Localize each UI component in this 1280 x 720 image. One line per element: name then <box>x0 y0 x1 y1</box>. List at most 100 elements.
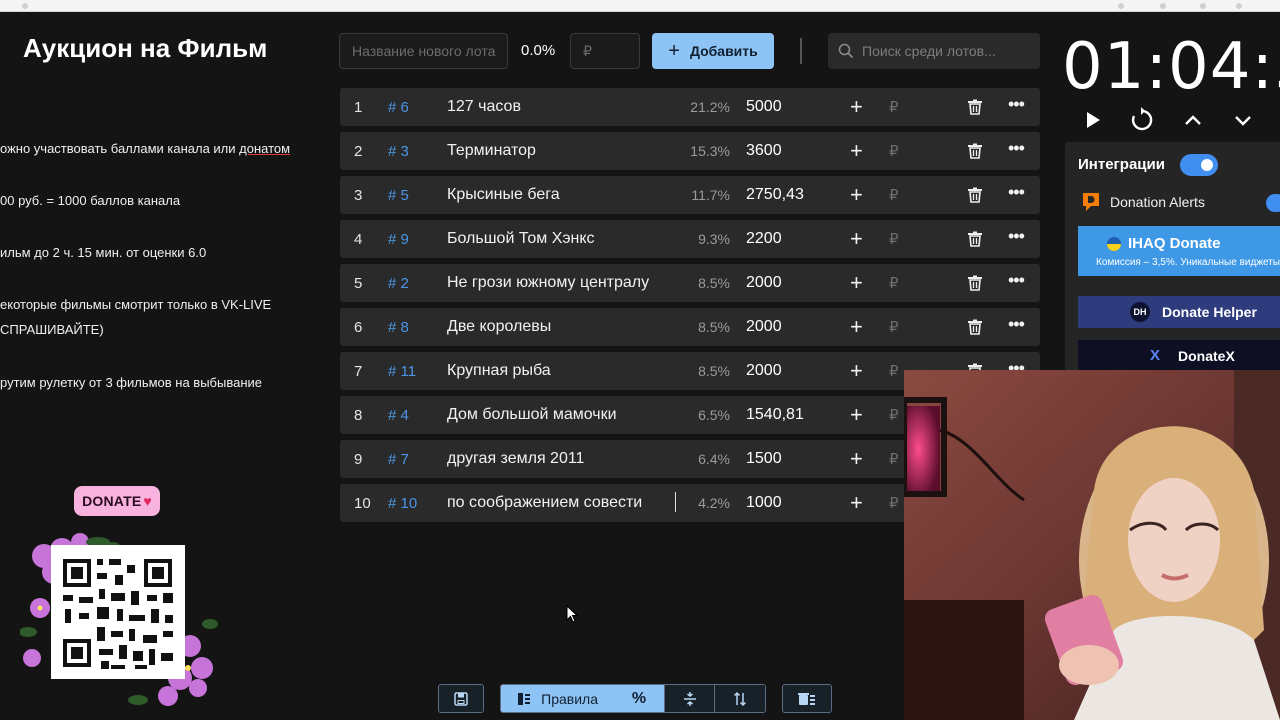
add-amount-button[interactable]: + <box>850 184 863 206</box>
new-lot-amount-input[interactable]: ₽ <box>570 33 640 69</box>
browser-dot <box>1236 3 1242 9</box>
integrations-toggle[interactable] <box>1180 154 1218 176</box>
donatex-label: DonateX <box>1178 348 1235 364</box>
split-button[interactable] <box>663 685 715 712</box>
donate-badge-label: DONATE <box>82 493 142 509</box>
save-button[interactable] <box>438 684 484 713</box>
integrations-title: Интеграции <box>1078 156 1165 173</box>
new-lot-name-input[interactable]: Название нового лота <box>339 33 508 69</box>
lot-id[interactable]: # 9 <box>388 231 409 248</box>
lot-name[interactable]: Терминатор <box>447 142 536 160</box>
add-lot-button[interactable]: + Добавить <box>652 33 774 69</box>
trash-icon[interactable] <box>967 99 983 115</box>
lot-id[interactable]: # 4 <box>388 407 409 424</box>
add-amount-button[interactable]: + <box>850 228 863 250</box>
rule-text: 00 руб. = 1000 баллов канала <box>0 193 181 208</box>
donation-alerts-item[interactable]: Donation Alerts <box>1080 190 1205 214</box>
trash-icon[interactable] <box>967 319 983 335</box>
lot-id[interactable]: # 5 <box>388 187 409 204</box>
add-amount-button[interactable]: + <box>850 404 863 426</box>
text-caret <box>675 492 676 512</box>
lot-percent: 8.5% <box>698 275 730 291</box>
trash-icon[interactable] <box>967 187 983 203</box>
search-input[interactable]: Поиск среди лотов... <box>828 33 1040 69</box>
donatex-button[interactable]: X DonateX <box>1078 340 1280 372</box>
lot-amount-input[interactable]: ₽ <box>889 186 899 204</box>
lot-amount-input[interactable]: ₽ <box>889 318 899 336</box>
chevron-up-icon[interactable] <box>1183 106 1203 134</box>
lot-amount-input[interactable]: ₽ <box>889 230 899 248</box>
donation-alerts-icon <box>1083 193 1099 211</box>
lot-index: 1 <box>354 98 363 116</box>
clear-all-button[interactable] <box>782 684 832 713</box>
rules-label: Правила <box>541 690 598 707</box>
lot-name[interactable]: другая земля 2011 <box>447 450 584 468</box>
lot-name[interactable]: Крысиные бега <box>447 186 560 204</box>
trash-icon[interactable] <box>967 143 983 159</box>
lot-id[interactable]: # 8 <box>388 319 409 336</box>
rule-line: рутим рулетку от 3 фильмов на выбывание <box>0 375 320 390</box>
rules-button[interactable]: Правила <box>501 685 615 712</box>
lot-id[interactable]: # 7 <box>388 451 409 468</box>
add-amount-button[interactable]: + <box>850 96 863 118</box>
ihaq-donate-button[interactable]: IHAQ Donate Комиссия – 3,5%. Уникальные … <box>1078 226 1280 276</box>
lot-name[interactable]: Крупная рыба <box>447 362 551 380</box>
lot-name[interactable]: по соображением совести <box>447 494 642 512</box>
lot-amount-input[interactable]: ₽ <box>889 450 899 468</box>
lot-id[interactable]: # 2 <box>388 275 409 292</box>
trash-icon[interactable] <box>967 231 983 247</box>
more-options-icon[interactable]: ••• <box>1008 270 1025 291</box>
add-amount-button[interactable]: + <box>850 492 863 514</box>
lot-id[interactable]: # 10 <box>388 495 417 512</box>
donate-badge[interactable]: DONATE ♥ <box>74 486 160 516</box>
more-options-icon[interactable]: ••• <box>1008 138 1025 159</box>
donation-alerts-toggle[interactable] <box>1266 194 1280 212</box>
lot-amount: 2750,43 <box>746 186 804 203</box>
split-icon <box>683 691 696 706</box>
lot-index: 8 <box>354 406 363 424</box>
lot-name[interactable]: Две королевы <box>447 318 551 336</box>
lot-amount: 2000 <box>746 274 782 291</box>
view-mode-group: Правила % <box>500 684 766 713</box>
lot-id[interactable]: # 6 <box>388 99 409 116</box>
more-options-icon[interactable]: ••• <box>1008 226 1025 247</box>
lot-name[interactable]: Не грози южному централу <box>447 274 649 292</box>
lot-amount-input[interactable]: ₽ <box>889 98 899 116</box>
more-options-icon[interactable]: ••• <box>1008 94 1025 115</box>
search-icon <box>838 43 854 59</box>
lot-amount: 5000 <box>746 98 782 115</box>
lot-id[interactable]: # 11 <box>388 363 416 380</box>
lot-amount-input[interactable]: ₽ <box>889 274 899 292</box>
lot-amount-input[interactable]: ₽ <box>889 494 899 512</box>
add-amount-button[interactable]: + <box>850 360 863 382</box>
lot-percent: 15.3% <box>690 143 730 159</box>
toolbar-divider <box>800 38 802 64</box>
rule-line: СПРАШИВАЙТЕ) <box>0 322 320 337</box>
add-amount-button[interactable]: + <box>850 316 863 338</box>
ihaq-icon <box>1107 237 1121 251</box>
more-options-icon[interactable]: ••• <box>1008 314 1025 335</box>
play-icon[interactable] <box>1083 106 1103 134</box>
lot-id[interactable]: # 3 <box>388 143 409 160</box>
lot-name[interactable]: Дом большой мамочки <box>447 406 617 424</box>
donate-helper-button[interactable]: DH Donate Helper <box>1078 296 1280 328</box>
add-amount-button[interactable]: + <box>850 448 863 470</box>
trash-icon[interactable] <box>967 275 983 291</box>
lot-amount-input[interactable]: ₽ <box>889 362 899 380</box>
more-options-icon[interactable]: ••• <box>1008 182 1025 203</box>
lot-amount-input[interactable]: ₽ <box>889 406 899 424</box>
lot-amount-input[interactable]: ₽ <box>889 142 899 160</box>
restart-icon[interactable] <box>1130 106 1154 134</box>
percent-toggle-button[interactable]: % <box>614 685 664 712</box>
lot-name[interactable]: Большой Том Хэнкс <box>447 230 595 248</box>
qr-code <box>51 545 185 679</box>
chevron-down-icon[interactable] <box>1233 106 1253 134</box>
add-amount-button[interactable]: + <box>850 140 863 162</box>
sort-button[interactable] <box>714 685 765 712</box>
toggle-knob <box>1201 159 1213 171</box>
lot-index: 5 <box>354 274 363 292</box>
lot-name[interactable]: 127 часов <box>447 98 521 116</box>
lot-percent: 9.3% <box>698 231 730 247</box>
add-amount-button[interactable]: + <box>850 272 863 294</box>
lot-amount: 2000 <box>746 318 782 335</box>
